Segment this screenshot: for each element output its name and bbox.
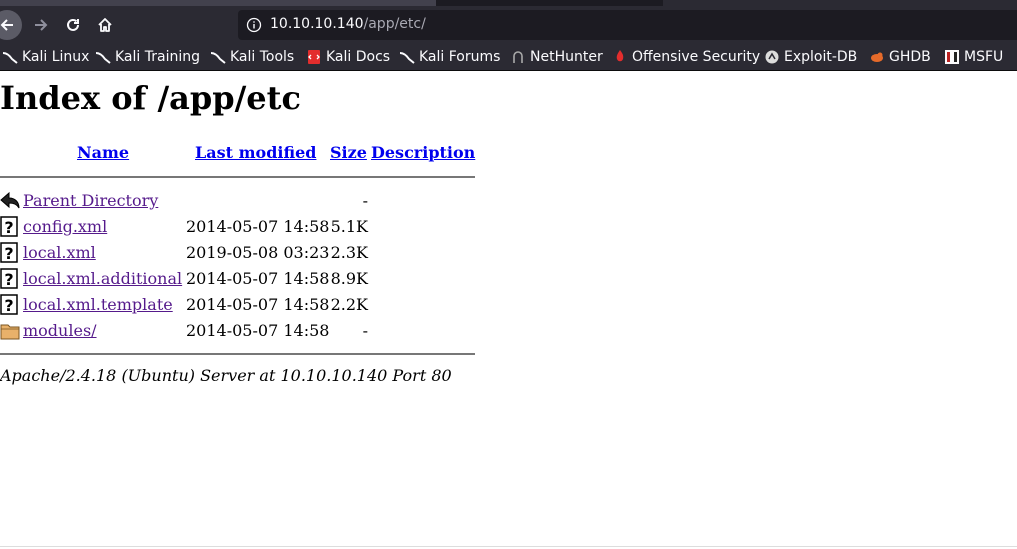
file-link[interactable]: local.xml.additional (23, 269, 182, 288)
table-divider-top (0, 176, 475, 178)
page-title: Index of /app/etc (0, 79, 301, 117)
table-row: ? config.xml 2014-05-07 14:58 5.1K (0, 214, 480, 240)
table-row: ? local.xml.template 2014-05-07 14:58 2.… (0, 292, 480, 318)
back-button[interactable] (0, 10, 22, 40)
bookmark-label: MSFU (964, 49, 1004, 65)
kali-dragon-icon (95, 52, 111, 64)
bookmark-offensive-security[interactable]: Offensive Security (612, 48, 760, 66)
offsec-icon (616, 50, 624, 62)
bookmark-kali-tools[interactable]: Kali Tools (210, 48, 294, 66)
kali-dragon-icon (210, 52, 226, 64)
url-host: 10.10.10.140 (270, 16, 364, 32)
ghdb-icon (871, 52, 883, 62)
bookmark-label: NetHunter (530, 49, 603, 65)
unknown-file-icon: ? (0, 294, 18, 315)
bookmark-label: Kali Docs (326, 49, 391, 65)
svg-text:?: ? (4, 296, 13, 315)
bookmark-kali-linux[interactable]: Kali Linux (2, 48, 89, 66)
bookmark-label: Offensive Security (632, 49, 761, 65)
url-path: /app/etc/ (363, 16, 426, 32)
msfu-icon (945, 50, 959, 64)
column-header-last-modified[interactable]: Last modified (195, 143, 316, 162)
kali-dragon-icon (2, 52, 18, 64)
home-button[interactable] (89, 9, 121, 41)
unknown-file-icon: ? (0, 268, 18, 289)
browser-chrome: 10.10.10.140/app/etc/ Kali Linux Kali Tr… (0, 0, 1017, 71)
row-date: 2014-05-07 14:58 (186, 321, 330, 340)
row-date: 2014-05-07 14:58 (186, 217, 330, 236)
home-icon (98, 18, 112, 32)
exploitdb-icon (765, 50, 779, 64)
table-row: Parent Directory - (0, 188, 480, 214)
bookmarks-toolbar: Kali Linux Kali Training Kali Tools Kali… (0, 44, 1017, 70)
kali-docs-icon (308, 50, 320, 64)
table-divider-bottom (0, 353, 475, 355)
table-row: ? local.xml 2019-05-08 03:23 2.3K (0, 240, 480, 266)
forward-button[interactable] (25, 9, 57, 41)
bookmark-label: GHDB (889, 49, 931, 65)
server-signature: Apache/2.4.18 (Ubuntu) Server at 10.10.1… (0, 366, 452, 385)
svg-text:?: ? (4, 270, 13, 289)
bookmark-label: Exploit-DB (784, 49, 858, 65)
row-size: 2.2K (330, 295, 368, 314)
column-header-description[interactable]: Description (371, 143, 475, 162)
nethunter-icon (513, 51, 523, 63)
bookmark-label: Kali Training (115, 49, 200, 65)
bookmark-label: Kali Forums (419, 49, 501, 65)
forward-arrow-icon (35, 19, 48, 31)
folder-link[interactable]: modules/ (23, 321, 97, 340)
kali-dragon-icon (399, 52, 415, 64)
row-date: 2019-05-08 03:23 (186, 243, 330, 262)
info-icon[interactable] (246, 17, 262, 33)
bookmark-kali-docs[interactable]: Kali Docs (306, 48, 390, 66)
row-size: 8.9K (330, 269, 368, 288)
file-link[interactable]: local.xml (23, 243, 96, 262)
bookmark-exploit-db[interactable]: Exploit-DB (764, 48, 857, 66)
url-text[interactable]: 10.10.10.140/app/etc/ (270, 16, 426, 32)
table-row: modules/ 2014-05-07 14:58 - (0, 318, 480, 344)
bookmark-msfu[interactable]: MSFU (944, 48, 1003, 66)
row-size: - (362, 321, 368, 340)
row-date: 2014-05-07 14:58 (186, 295, 330, 314)
svg-text:?: ? (4, 218, 13, 237)
url-bar[interactable]: 10.10.10.140/app/etc/ (238, 10, 1017, 40)
unknown-file-icon: ? (0, 216, 18, 237)
unknown-file-icon: ? (0, 242, 18, 263)
reload-icon (67, 18, 79, 31)
folder-icon (0, 324, 20, 340)
row-date: 2014-05-07 14:58 (186, 269, 330, 288)
bookmark-kali-training[interactable]: Kali Training (95, 48, 200, 66)
row-size: - (362, 191, 368, 210)
parent-directory-link[interactable]: Parent Directory (23, 191, 158, 210)
reload-button[interactable] (57, 9, 89, 41)
bookmark-ghdb[interactable]: GHDB (869, 48, 931, 66)
row-size: 2.3K (330, 243, 368, 262)
bookmark-label: Kali Tools (230, 49, 295, 65)
column-header-size[interactable]: Size (330, 143, 367, 162)
file-link[interactable]: config.xml (23, 217, 107, 236)
column-header-name[interactable]: Name (77, 143, 129, 162)
table-row: ? local.xml.additional 2014-05-07 14:58 … (0, 266, 480, 292)
file-link[interactable]: local.xml.template (23, 295, 173, 314)
nav-bar: 10.10.10.140/app/etc/ (0, 6, 1017, 44)
back-arrow-icon (0, 191, 20, 209)
row-size: 5.1K (330, 217, 368, 236)
bookmark-label: Kali Linux (22, 49, 90, 65)
page-bottom-border (0, 546, 1017, 547)
svg-text:?: ? (4, 244, 13, 263)
page-content: Index of /app/etc Name Last modified Siz… (0, 71, 1017, 547)
back-arrow-icon (0, 19, 13, 31)
bookmark-kali-forums[interactable]: Kali Forums (399, 48, 500, 66)
bookmark-nethunter[interactable]: NetHunter (510, 48, 603, 66)
